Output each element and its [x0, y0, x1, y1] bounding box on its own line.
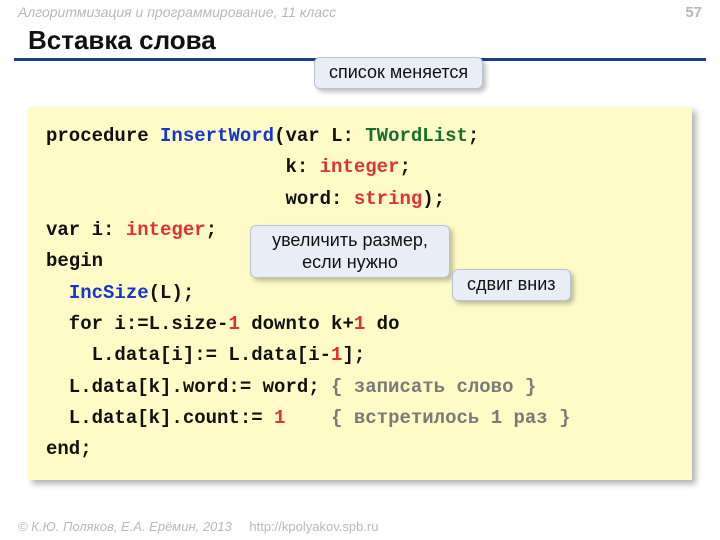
t: end;	[46, 438, 92, 460]
t: integer	[126, 219, 206, 241]
t: 1	[274, 407, 285, 429]
t: 1	[354, 313, 365, 335]
course-label: Алгоритмизация и программирование, 11 кл…	[18, 4, 336, 20]
t: string	[354, 188, 422, 210]
t: k:	[46, 156, 320, 178]
t: L.data[k].count:=	[46, 407, 274, 429]
t: (L);	[149, 282, 195, 304]
t: 1	[331, 344, 342, 366]
footer: © К.Ю. Поляков, Е.А. Ерёмин, 2013 http:/…	[18, 519, 378, 534]
t: begin	[46, 250, 103, 272]
t: do	[365, 313, 399, 335]
callout-list-changes: список меняется	[314, 57, 483, 89]
t: (var L:	[274, 125, 365, 147]
callout-increase-size: увеличить размер,если нужно	[250, 225, 450, 278]
t: ;	[206, 219, 217, 241]
t: var i:	[46, 219, 126, 241]
callout-shift-down: сдвиг вниз	[452, 269, 571, 301]
t: word:	[46, 188, 354, 210]
t: ;	[468, 125, 479, 147]
t: InsertWord	[160, 125, 274, 147]
t: ];	[342, 344, 365, 366]
t: TWordList	[365, 125, 468, 147]
footer-copyright: © К.Ю. Поляков, Е.А. Ерёмин, 2013	[18, 519, 232, 534]
t: procedure	[46, 125, 160, 147]
t: for i:=L.size-	[46, 313, 228, 335]
t: L.data[i]:= L.data[i-	[46, 344, 331, 366]
t: { записать слово }	[331, 376, 536, 398]
page-title: Вставка слова	[28, 25, 702, 56]
t: );	[422, 188, 445, 210]
t: L.data[k].word:= word;	[46, 376, 331, 398]
t: integer	[320, 156, 400, 178]
t: 1	[228, 313, 239, 335]
page-number: 57	[685, 4, 702, 21]
t	[46, 282, 69, 304]
t: ;	[399, 156, 410, 178]
header-bar: Алгоритмизация и программирование, 11 кл…	[0, 0, 720, 21]
t: { встретилось 1 раз }	[331, 407, 570, 429]
t: IncSize	[69, 282, 149, 304]
t	[285, 407, 331, 429]
content-area: список меняется procedure InsertWord(var…	[0, 61, 720, 480]
footer-url[interactable]: http://kpolyakov.spb.ru	[249, 519, 378, 534]
t: downto k+	[240, 313, 354, 335]
code-box: procedure InsertWord(var L: TWordList; k…	[28, 107, 692, 480]
